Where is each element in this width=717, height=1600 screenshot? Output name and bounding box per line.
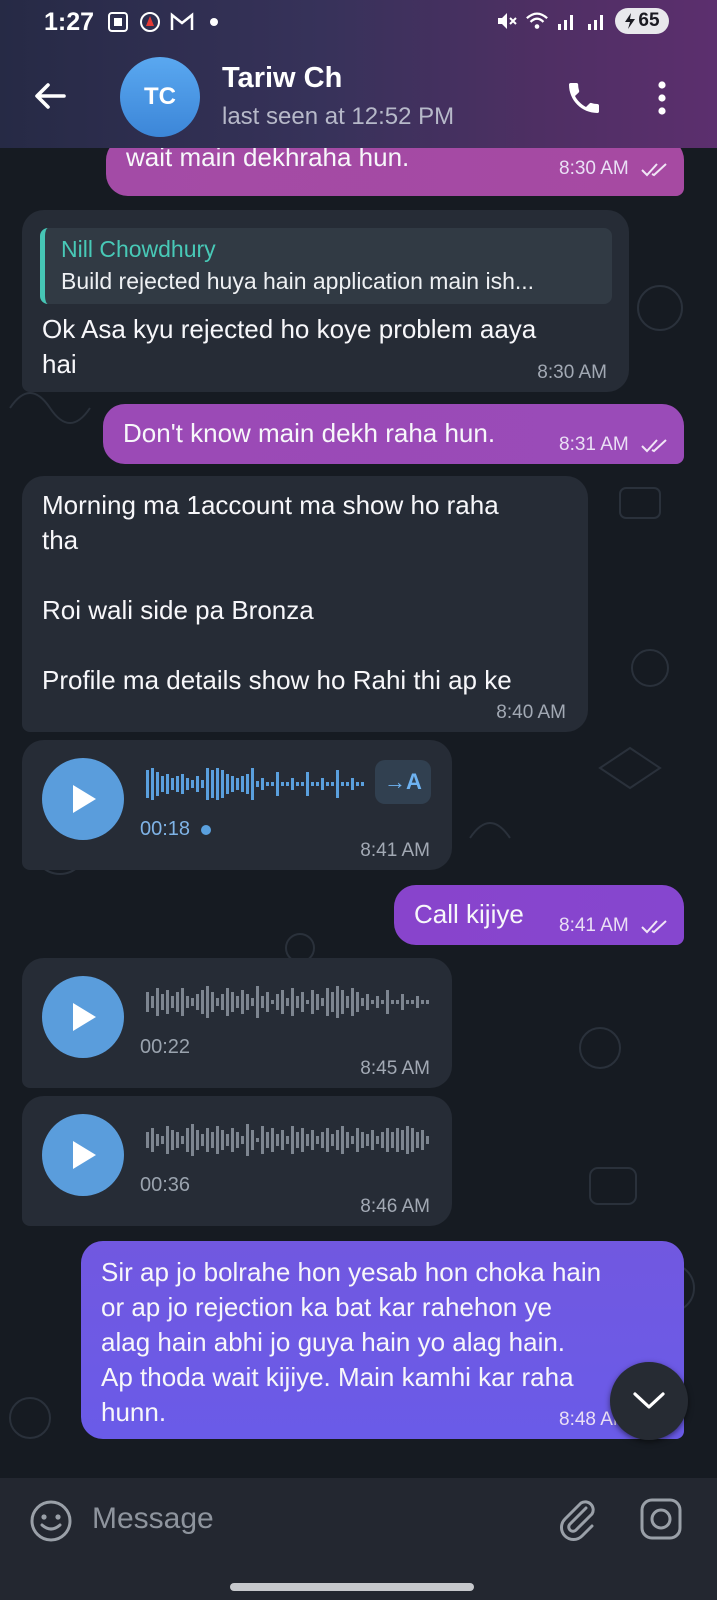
message-text: Ok Asa kyu rejected ho koye problem aaya… xyxy=(42,314,537,379)
unplayed-dot-icon xyxy=(200,824,211,835)
message-composer xyxy=(0,1478,717,1600)
reply-preview[interactable]: Nill Chowdhury Build rejected huya hain … xyxy=(40,228,612,304)
charging-icon xyxy=(625,13,636,29)
chevron-down-icon xyxy=(633,1392,665,1409)
more-options-button[interactable] xyxy=(655,78,669,118)
battery-level: 65 xyxy=(638,10,660,31)
play-icon xyxy=(73,1141,96,1169)
voice-duration: 00:22 xyxy=(140,1036,191,1058)
message-outgoing[interactable]: Call kijiye 8:41 AM xyxy=(394,885,684,945)
message-text: Morning ma 1account ma show ho raha tha … xyxy=(42,490,512,695)
voice-message[interactable]: →A 00:18 8:41 AM xyxy=(22,740,452,870)
message-text: Call kijiye xyxy=(414,899,524,929)
play-icon xyxy=(73,1003,96,1031)
message-text: wait main dekhraha hun. xyxy=(126,148,410,172)
reply-snippet: Build rejected huya hain application mai… xyxy=(61,268,535,294)
message-time: 8:41 AM xyxy=(559,915,629,936)
message-outgoing[interactable]: Don't know main dekh raha hun. 8:31 AM xyxy=(103,404,684,464)
avatar[interactable]: TC xyxy=(120,57,200,137)
signal-icon xyxy=(555,9,579,33)
double-check-icon xyxy=(641,920,667,934)
attach-icon xyxy=(560,1500,595,1541)
play-button[interactable] xyxy=(42,1114,124,1196)
dot-icon xyxy=(202,10,226,34)
reply-author: Nill Chowdhury xyxy=(61,236,216,262)
status-time: 1:27 xyxy=(44,8,95,36)
back-arrow-icon xyxy=(35,83,66,109)
message-input[interactable] xyxy=(92,1494,522,1544)
camera-button[interactable] xyxy=(638,1496,684,1542)
contact-name[interactable]: Tariw Ch xyxy=(222,62,342,95)
message-time: 8:40 AM xyxy=(496,702,566,723)
message-meta: 8:30 AM xyxy=(559,158,670,180)
mute-icon xyxy=(495,9,519,33)
transcribe-button[interactable]: →A xyxy=(375,760,431,804)
gesture-bar[interactable] xyxy=(230,1583,474,1591)
emoji-button[interactable] xyxy=(28,1498,74,1544)
message-outgoing[interactable]: Sir ap jo bolrahe hon yesab hon choka ha… xyxy=(81,1241,684,1439)
play-button[interactable] xyxy=(42,976,124,1058)
system-icons: 65 xyxy=(495,8,669,34)
back-button[interactable] xyxy=(30,76,70,116)
message-time: 8:41 AM xyxy=(360,840,430,861)
play-button[interactable] xyxy=(42,758,124,840)
message-outgoing[interactable]: wait main dekhraha hun. 8:30 AM xyxy=(106,148,684,196)
message-time: 8:45 AM xyxy=(360,1058,430,1079)
message-incoming[interactable]: Morning ma 1account ma show ho raha tha … xyxy=(22,476,588,732)
message-meta: 8:31 AM xyxy=(559,434,670,456)
camera-icon xyxy=(640,1498,682,1540)
message-list[interactable]: wait main dekhraha hun. 8:30 AM Nill Cho… xyxy=(0,148,717,1478)
play-icon xyxy=(73,785,96,813)
gmail-icon xyxy=(170,10,194,34)
double-check-icon xyxy=(641,439,667,453)
message-meta: 8:41 AM xyxy=(559,915,670,937)
voice-waveform[interactable] xyxy=(146,1120,436,1160)
message-text: Don't know main dekh raha hun. xyxy=(123,418,496,448)
app-notification-icon xyxy=(138,10,162,34)
notification-icons xyxy=(106,10,226,34)
phone-icon xyxy=(569,83,599,113)
scroll-to-bottom-button[interactable] xyxy=(610,1362,688,1440)
message-time: 8:31 AM xyxy=(559,434,629,455)
wifi-icon xyxy=(525,9,549,33)
message-incoming[interactable]: Nill Chowdhury Build rejected huya hain … xyxy=(22,210,629,392)
message-text: Sir ap jo bolrahe hon yesab hon choka ha… xyxy=(101,1257,602,1427)
battery-indicator: 65 xyxy=(615,8,669,34)
voice-waveform[interactable] xyxy=(146,764,366,804)
voice-message[interactable]: 00:22 8:45 AM xyxy=(22,958,452,1088)
voice-duration: 00:18 xyxy=(140,818,212,841)
voice-waveform[interactable] xyxy=(146,982,436,1022)
message-time: 8:46 AM xyxy=(360,1196,430,1217)
double-check-icon xyxy=(641,163,667,177)
call-button[interactable] xyxy=(564,78,604,118)
voice-message[interactable]: 00:36 8:46 AM xyxy=(22,1096,452,1226)
more-vert-icon xyxy=(658,81,666,115)
screenshot-icon xyxy=(106,10,130,34)
message-time: 8:30 AM xyxy=(537,362,607,383)
chat-header: 1:27 65 TC Tariw Ch last seen at 12:52 P… xyxy=(0,0,717,148)
attach-button[interactable] xyxy=(554,1496,600,1542)
message-time: 8:30 AM xyxy=(559,158,629,179)
voice-duration: 00:36 xyxy=(140,1174,191,1196)
signal-icon-2 xyxy=(585,9,609,33)
emoji-icon xyxy=(30,1500,72,1542)
last-seen-status: last seen at 12:52 PM xyxy=(222,103,455,130)
status-bar: 1:27 65 xyxy=(0,0,717,44)
